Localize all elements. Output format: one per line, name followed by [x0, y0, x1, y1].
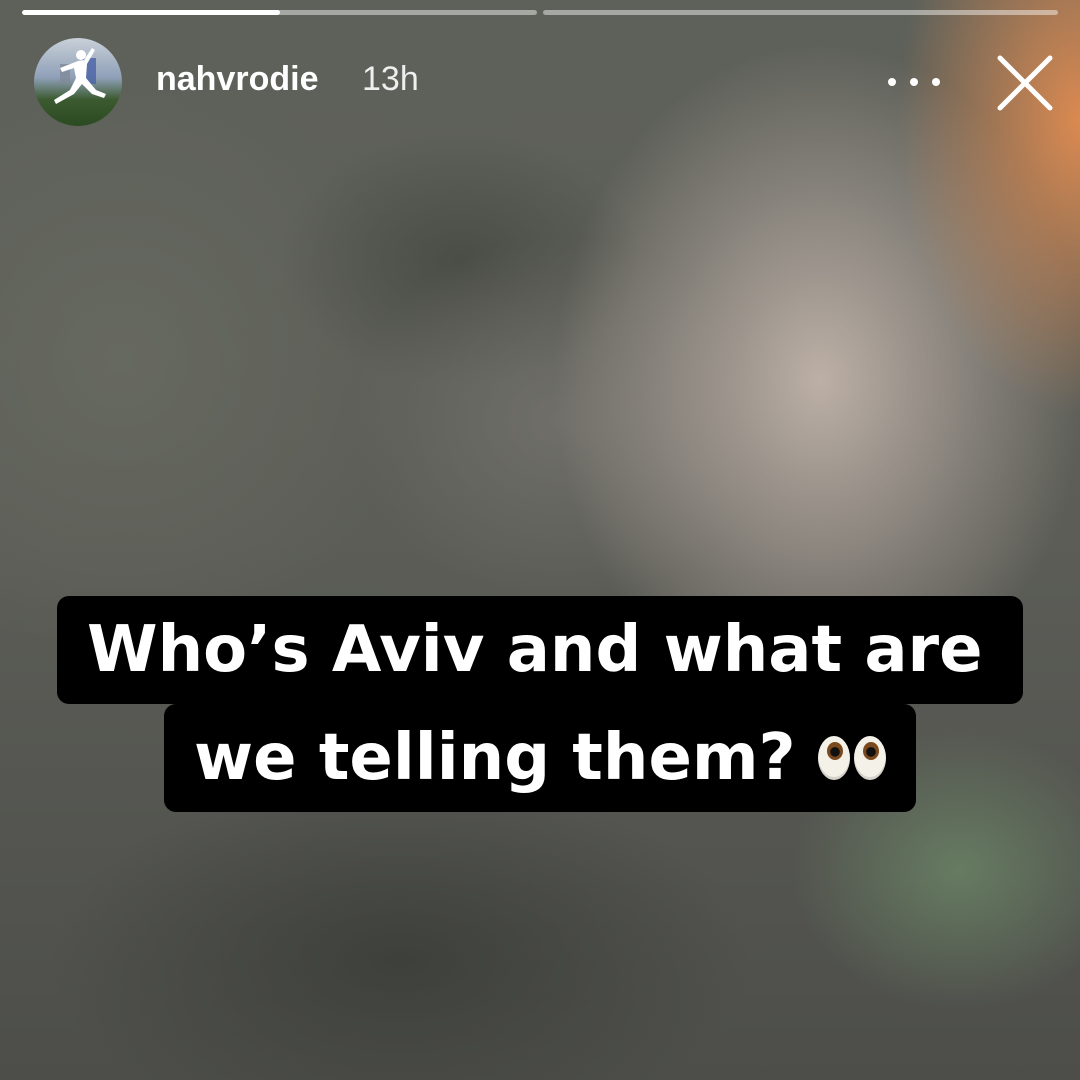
- caption-text: Who’s Aviv and what are: [87, 613, 983, 687]
- caption-line: Who’s Aviv and what are: [57, 596, 1023, 704]
- dot: [910, 78, 918, 86]
- timestamp: 13h: [362, 60, 419, 98]
- dot: [888, 78, 896, 86]
- more-horizontal-icon[interactable]: [888, 66, 940, 98]
- pupil: [826, 742, 843, 760]
- caption-line: we telling them?: [164, 704, 916, 812]
- pupil: [862, 742, 879, 760]
- eye: [817, 736, 850, 780]
- progress-segment: [543, 10, 1058, 15]
- story-background: [0, 0, 1080, 1080]
- avatar[interactable]: [34, 38, 122, 126]
- eyes-emoji-icon: [817, 736, 886, 780]
- close-icon[interactable]: [992, 50, 1058, 116]
- caption-text: we telling them?: [194, 721, 796, 795]
- text-caption: Who’s Aviv and what are we telling them?: [0, 596, 1080, 812]
- jumpman-logo-icon: [54, 48, 106, 104]
- story-progress-bar: [22, 10, 1058, 15]
- eye: [853, 736, 886, 780]
- username[interactable]: nahvrodie: [156, 60, 318, 99]
- progress-segment: [22, 10, 537, 15]
- progress-segment-fill: [22, 10, 280, 15]
- dot: [932, 78, 940, 86]
